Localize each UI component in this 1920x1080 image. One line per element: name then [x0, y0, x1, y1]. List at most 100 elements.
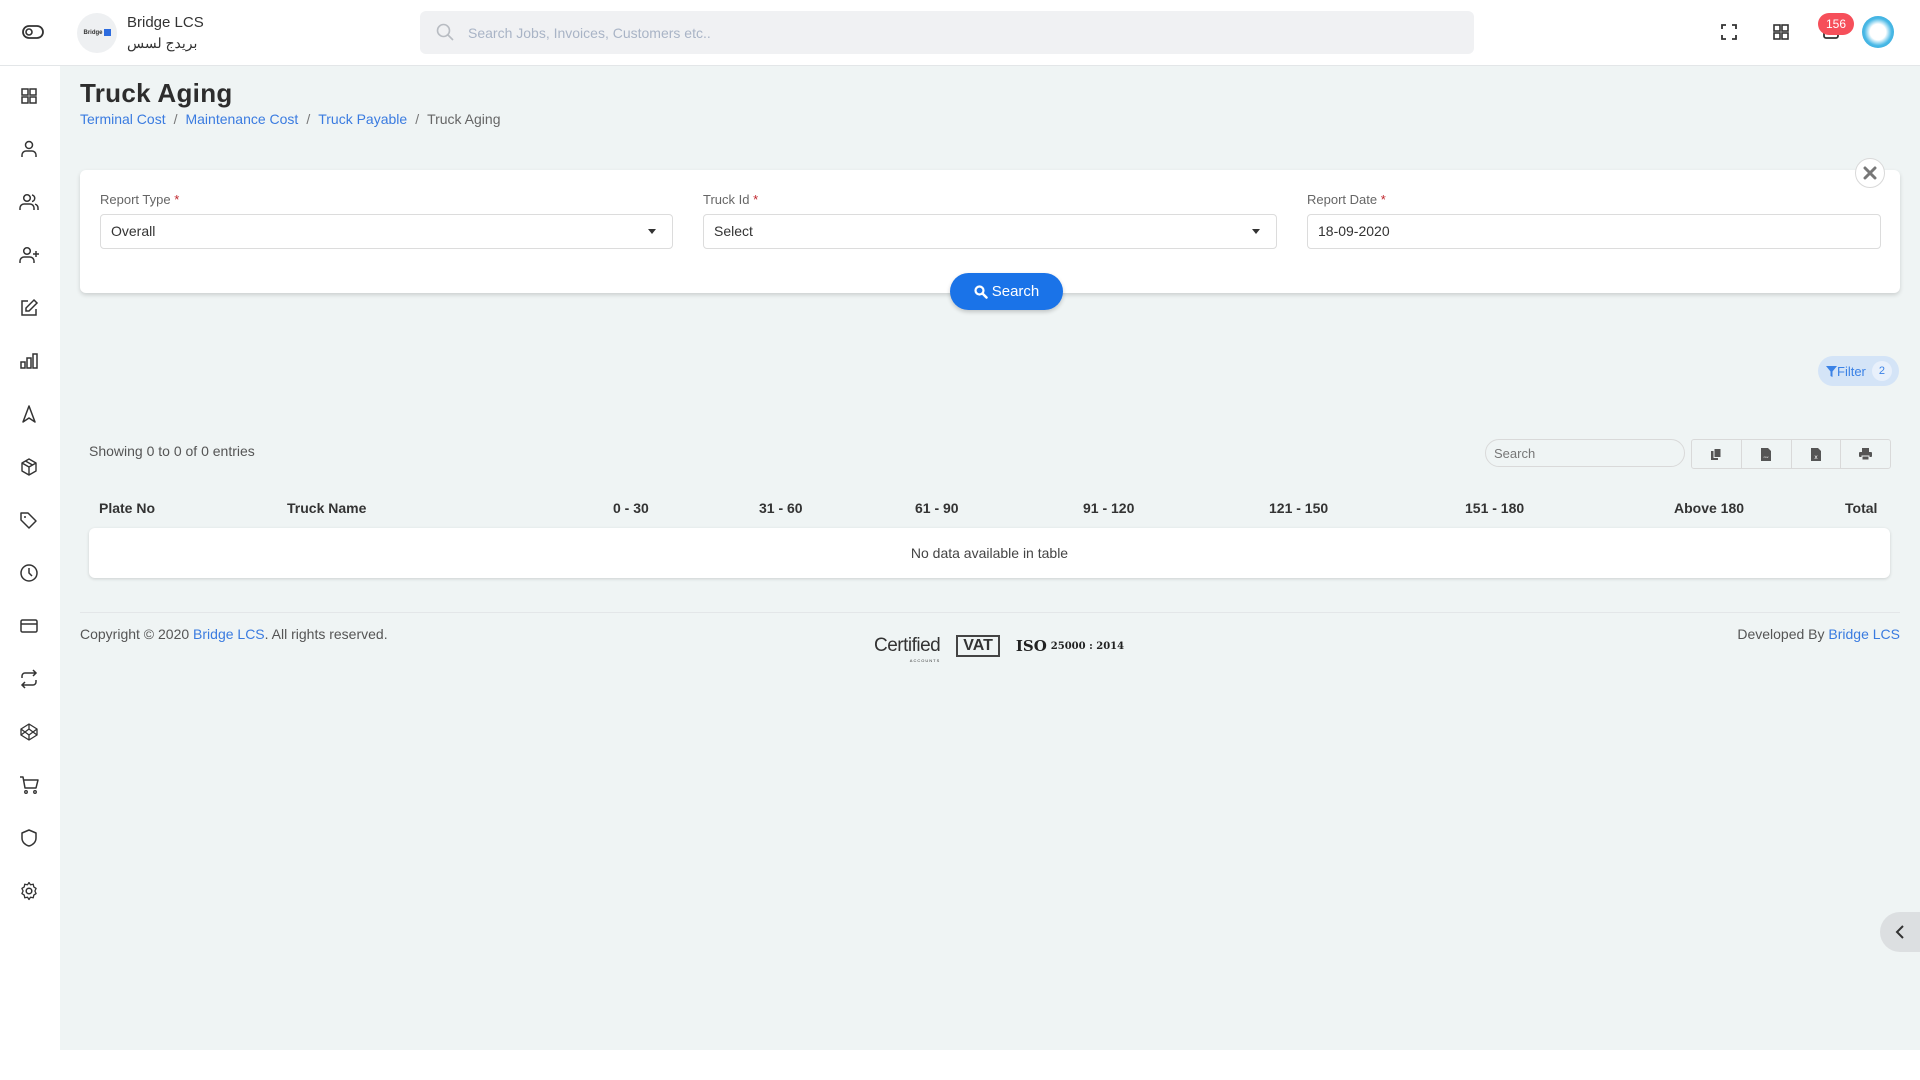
- column-header[interactable]: 61 - 90: [915, 500, 959, 516]
- breadcrumb-terminal-cost[interactable]: Terminal Cost: [80, 111, 166, 127]
- box-icon: [21, 458, 37, 476]
- breadcrumb-current: Truck Aging: [427, 111, 501, 127]
- sidebar-item-navigation[interactable]: [19, 404, 39, 424]
- report-type-select[interactable]: Overall: [100, 214, 673, 249]
- vat-logo: VAT: [956, 635, 1000, 657]
- chevron-down-icon: [1252, 229, 1260, 234]
- truck-id-label: Truck Id *: [703, 192, 759, 207]
- copyright-link[interactable]: Bridge LCS: [193, 626, 265, 642]
- csv-file-icon: csv: [1761, 447, 1772, 461]
- table-info: Showing 0 to 0 of 0 entries: [89, 443, 255, 459]
- sidebar: [0, 66, 60, 1080]
- dashboard-grid-icon: [21, 88, 37, 104]
- report-date-input[interactable]: 18-09-2020: [1307, 214, 1881, 249]
- export-buttons: csv x: [1691, 439, 1891, 469]
- developed-by-text: Developed By Bridge LCS: [1737, 626, 1900, 642]
- sidebar-item-modules[interactable]: [19, 722, 39, 742]
- copy-icon: [1711, 447, 1722, 460]
- sidebar-item-history[interactable]: [19, 563, 39, 583]
- bar-chart-icon: [20, 353, 38, 369]
- iso-logo: ISO 25000 : 2014: [1015, 637, 1125, 655]
- apps-grid-icon[interactable]: [1771, 22, 1791, 42]
- table-search-input[interactable]: [1485, 439, 1685, 467]
- filter-icon: [1826, 365, 1837, 377]
- shopping-cart-icon: [20, 776, 39, 794]
- csv-button[interactable]: csv: [1742, 440, 1792, 468]
- users-icon: [19, 193, 39, 210]
- copyright-text: Copyright © 2020 Bridge LCS. All rights …: [80, 626, 388, 642]
- side-panel-toggle[interactable]: [1880, 912, 1920, 952]
- column-header[interactable]: 121 - 150: [1269, 500, 1328, 516]
- svg-text:csv: csv: [1764, 455, 1769, 459]
- print-icon: [1859, 448, 1873, 460]
- excel-file-icon: x: [1810, 447, 1821, 461]
- breadcrumb-maintenance-cost[interactable]: Maintenance Cost: [185, 111, 298, 127]
- sidebar-item-dashboard[interactable]: [19, 86, 39, 106]
- developer-link[interactable]: Bridge LCS: [1828, 626, 1900, 642]
- column-header[interactable]: 0 - 30: [613, 500, 649, 516]
- report-date-value: 18-09-2020: [1318, 223, 1390, 239]
- sidebar-item-edit[interactable]: [19, 298, 39, 318]
- breadcrumb-truck-payable[interactable]: Truck Payable: [318, 111, 407, 127]
- breadcrumb-separator: /: [173, 111, 178, 127]
- fullscreen-icon[interactable]: [1719, 22, 1739, 42]
- search-button[interactable]: Search: [950, 273, 1063, 310]
- edit-icon: [21, 298, 39, 316]
- empty-table-message: No data available in table: [89, 528, 1890, 578]
- svg-text:x: x: [1814, 454, 1818, 461]
- search-icon: [436, 23, 454, 41]
- filter-count-badge: 2: [1871, 361, 1892, 381]
- clock-icon: [20, 564, 38, 582]
- report-date-label: Report Date *: [1307, 192, 1386, 207]
- global-search-input[interactable]: [468, 11, 1448, 54]
- shield-icon: [21, 829, 37, 847]
- sidebar-item-settings[interactable]: [19, 881, 39, 901]
- settings-icon: [21, 881, 37, 901]
- column-header[interactable]: 151 - 180: [1465, 500, 1524, 516]
- excel-button[interactable]: x: [1792, 440, 1842, 468]
- credit-card-icon: [20, 619, 38, 633]
- user-icon: [21, 140, 37, 157]
- notification-badge: 156: [1818, 13, 1854, 35]
- sidebar-item-users[interactable]: [19, 192, 39, 212]
- tag-icon: [20, 512, 37, 529]
- sidebar-item-reports[interactable]: [19, 351, 39, 371]
- column-header[interactable]: 31 - 60: [759, 500, 803, 516]
- truck-id-value: Select: [714, 223, 753, 239]
- column-header[interactable]: Total: [1845, 500, 1877, 516]
- codepen-icon: [20, 723, 38, 741]
- sidebar-item-user[interactable]: [19, 139, 39, 159]
- copy-button[interactable]: [1692, 440, 1742, 468]
- sidebar-item-tags[interactable]: [19, 510, 39, 530]
- sidebar-item-security[interactable]: [19, 828, 39, 848]
- close-filter-button[interactable]: [1855, 158, 1885, 188]
- search-icon: [974, 284, 988, 299]
- certified-accounts-logo: Certified ACCOUNTS: [874, 635, 941, 663]
- certification-logos: Certified ACCOUNTS VAT ISO 25000 : 2014: [874, 635, 1125, 663]
- sidebar-item-payments[interactable]: [19, 616, 39, 636]
- close-icon: [1863, 166, 1877, 180]
- top-bar: Bridge Bridge LCS بريدج لسس 156: [0, 0, 1920, 66]
- report-type-value: Overall: [111, 223, 156, 239]
- column-header[interactable]: Plate No: [99, 500, 155, 516]
- filter-toggle-button[interactable]: Filter 2: [1818, 356, 1899, 386]
- page-title: Truck Aging: [80, 78, 233, 108]
- column-header[interactable]: Truck Name: [287, 500, 366, 516]
- sidebar-item-purchases[interactable]: [19, 775, 39, 795]
- filter-label: Filter: [1837, 363, 1866, 379]
- breadcrumb-separator: /: [306, 111, 311, 127]
- toggle-icon[interactable]: [22, 25, 44, 39]
- sidebar-item-transfers[interactable]: [19, 669, 39, 689]
- sidebar-item-add-user[interactable]: [19, 245, 39, 265]
- print-button[interactable]: [1841, 440, 1890, 468]
- global-search[interactable]: [420, 11, 1474, 54]
- sidebar-item-packages[interactable]: [19, 457, 39, 477]
- chevron-down-icon: [648, 229, 656, 234]
- column-header[interactable]: Above 180: [1674, 500, 1744, 516]
- column-header[interactable]: 91 - 120: [1083, 500, 1134, 516]
- user-avatar[interactable]: [1862, 16, 1894, 48]
- user-plus-icon: [19, 246, 39, 263]
- truck-id-select[interactable]: Select: [703, 214, 1277, 249]
- brand-logo: Bridge: [77, 13, 117, 53]
- main-content: Truck Aging Terminal Cost / Maintenance Co…: [60, 66, 1920, 1050]
